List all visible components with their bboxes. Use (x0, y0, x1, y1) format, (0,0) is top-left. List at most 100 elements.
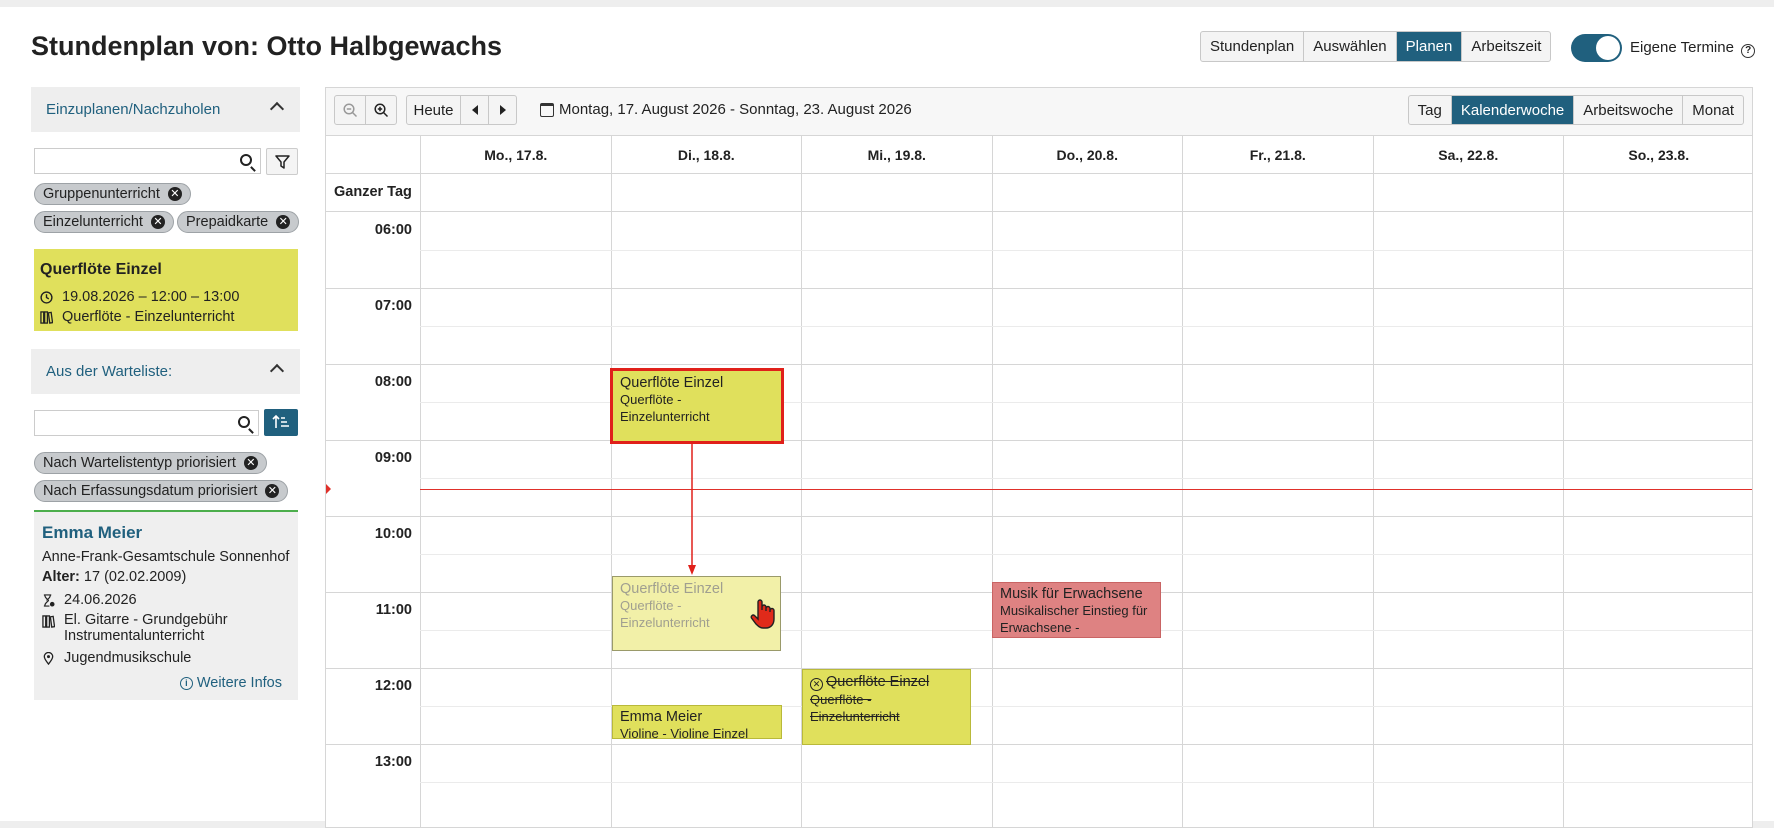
card-time: 19.08.2026 – 12:00 – 13:00 (62, 289, 240, 305)
next-week-button[interactable] (488, 95, 517, 125)
more-info-link[interactable]: i Weitere Infos (179, 675, 282, 691)
zoom-out-button[interactable] (334, 95, 366, 125)
waitlist-course-row: El. Gitarre - Grundgebühr Instrumentalunt… (42, 612, 228, 644)
card-course-row: Querflöte - Einzelunterricht (40, 309, 234, 325)
week-grid[interactable]: Mo., 17.8. Di., 18.8. Mi., 19.8. Do., 20.8.… (326, 136, 1752, 827)
student-name[interactable]: Emma Meier (42, 523, 142, 543)
day-header[interactable]: Mo., 17.8. (420, 136, 611, 174)
half-hour-divider (420, 250, 1752, 251)
hand-cursor-icon (750, 599, 775, 629)
calendar-icon (540, 102, 554, 117)
event-sub: Einzelunterricht (620, 409, 710, 424)
pending-lesson-card[interactable]: Querflöte Einzel 19.08.2026 – 12:00 – 13… (34, 249, 298, 331)
view-arbeitswoche-button[interactable]: Arbeitswoche (1574, 96, 1684, 124)
filter-button[interactable] (266, 148, 298, 175)
hour-divider (326, 440, 1752, 441)
help-icon[interactable]: ? (1741, 44, 1756, 58)
remove-chip-icon[interactable]: ✕ (243, 456, 258, 470)
day-header[interactable]: Di., 18.8. (610, 136, 801, 174)
info-icon: i (179, 676, 193, 690)
mode-switcher: Stundenplan Auswählen Planen Arbeitszeit (1200, 31, 1552, 62)
caret-left-icon (471, 105, 478, 115)
books-icon (40, 310, 53, 324)
mode-planen-button[interactable]: Planen (1396, 32, 1463, 61)
chip-label: Gruppenunterricht (43, 186, 160, 202)
chevron-up-icon[interactable] (269, 101, 285, 117)
view-tag-button[interactable]: Tag (1409, 96, 1452, 124)
hour-label: 13:00 (374, 754, 412, 770)
day-header[interactable]: Fr., 21.8. (1182, 136, 1373, 174)
own-events-label-text: Eigene Termine (1630, 39, 1734, 56)
day-column-divider (1182, 136, 1183, 827)
mode-arbeitszeit-button[interactable]: Arbeitszeit (1462, 32, 1550, 61)
calendar-toolbar: Heute Montag, 17. August 2026 - Sonntag,… (326, 88, 1752, 136)
mode-stundenplan-button[interactable]: Stundenplan (1201, 32, 1305, 61)
hour-label: 08:00 (374, 374, 412, 390)
chip-gruppenunterricht: Gruppenunterricht ✕ (34, 183, 191, 205)
chip-label: Einzelunterricht (43, 214, 143, 230)
chevron-up-icon[interactable] (269, 363, 285, 379)
event-sub: Musikalischer Einstieg für (1000, 603, 1148, 618)
hour-label: 10:00 (374, 526, 412, 542)
day-column-divider (991, 136, 993, 827)
search-input[interactable] (34, 148, 261, 174)
zoom-in-button[interactable] (365, 95, 397, 125)
remove-chip-icon[interactable]: ✕ (150, 215, 165, 229)
event-title: ✕ Querflöte Einzel (810, 674, 963, 691)
day-header[interactable]: Do., 20.8. (991, 136, 1182, 174)
day-header[interactable]: So., 23.8. (1563, 136, 1752, 174)
age-label: Alter: (42, 569, 80, 585)
event-selected[interactable]: Querflöte Einzel Querflöte - Einzelunter… (610, 368, 784, 444)
section-warteliste-header[interactable]: Aus der Warteliste: (31, 349, 300, 394)
sort-button[interactable] (264, 409, 298, 436)
chip-prepaidkarte: Prepaidkarte ✕ (177, 211, 300, 233)
event-cancelled[interactable]: ✕ Querflöte Einzel Querflöte - Einzelunte… (802, 669, 971, 745)
clock-icon (40, 290, 53, 304)
location-pin-icon (43, 651, 54, 665)
section-einzuplanen-header[interactable]: Einzuplanen/Nachzuholen (31, 87, 300, 132)
more-info-label: Weitere Infos (196, 675, 282, 691)
date-range-text: Montag, 17. August 2026 - Sonntag, 23. A… (559, 101, 912, 118)
event-musik-fuer-erwachsene[interactable]: Musik für Erwachsene Musikalischer Einst… (992, 582, 1161, 638)
event-sub: Querflöte - (620, 392, 682, 407)
chip-label: Prepaidkarte (186, 214, 269, 230)
waitlist-search-input[interactable] (34, 410, 259, 436)
prev-week-button[interactable] (460, 95, 489, 125)
chip-erfassungsdatum: Nach Erfassungsdatum priorisiert ✕ (34, 480, 289, 502)
section-title: Aus der Warteliste: (46, 363, 173, 380)
mode-auswaehlen-button[interactable]: Auswählen (1304, 32, 1397, 61)
event-sub: Querflöte - (810, 692, 872, 707)
current-time-marker (326, 484, 331, 494)
day-header[interactable]: Mi., 19.8. (801, 136, 992, 174)
calendar: Heute Montag, 17. August 2026 - Sonntag,… (325, 87, 1753, 828)
remove-chip-icon[interactable]: ✕ (167, 187, 182, 201)
half-hour-divider (420, 478, 1752, 479)
current-time-line (420, 489, 1752, 490)
page-title: Stundenplan von: Otto Halbgewachs (31, 31, 503, 61)
hour-divider (326, 516, 1752, 517)
hour-divider (326, 364, 1752, 365)
chip-label: Nach Erfassungsdatum priorisiert (43, 483, 258, 499)
remove-chip-icon[interactable]: ✕ (276, 215, 291, 229)
chip-label: Nach Wartelistentyp priorisiert (43, 455, 236, 471)
student-age: Alter: 17 (02.02.2009) (42, 569, 186, 585)
today-button[interactable]: Heute (406, 95, 461, 125)
course-line2: Instrumentalunterricht (64, 628, 205, 644)
waitlist-card[interactable]: Emma Meier Anne-Frank-Gesamtschule Sonne… (34, 510, 298, 700)
hour-label: 09:00 (374, 450, 412, 466)
card-time-row: 19.08.2026 – 12:00 – 13:00 (40, 289, 239, 305)
toggle-knob (1596, 36, 1620, 60)
waitlist-date: 24.06.2026 (64, 592, 137, 608)
all-day-row[interactable] (326, 174, 1752, 212)
date-range[interactable]: Montag, 17. August 2026 - Sonntag, 23. A… (540, 101, 912, 118)
search-icon[interactable] (240, 154, 252, 166)
day-header[interactable]: Sa., 22.8. (1372, 136, 1563, 174)
view-kalenderwoche-button[interactable]: Kalenderwoche (1451, 96, 1575, 124)
remove-chip-icon[interactable]: ✕ (265, 484, 280, 498)
waitlist-location-row: Jugendmusikschule (42, 650, 191, 666)
event-emma-meier[interactable]: Emma Meier Violine - Violine Einzel (612, 705, 782, 739)
waitlist-location: Jugendmusikschule (64, 650, 192, 666)
view-monat-button[interactable]: Monat (1683, 96, 1743, 124)
own-events-toggle[interactable] (1571, 34, 1622, 62)
search-icon[interactable] (238, 416, 250, 428)
